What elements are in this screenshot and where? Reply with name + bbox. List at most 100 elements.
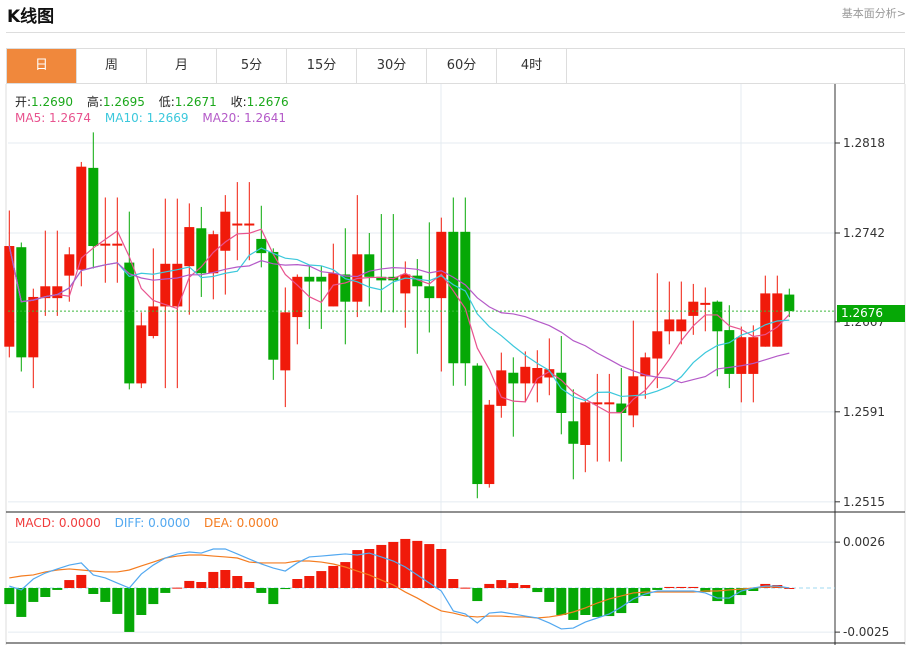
candle-body <box>76 166 87 270</box>
macd-bar <box>268 588 279 605</box>
macd-bar <box>136 588 147 615</box>
candle-body <box>184 227 195 267</box>
diff-value: DIFF: 0.0000 <box>114 516 191 530</box>
macd-bar <box>100 588 111 602</box>
candle <box>40 230 51 316</box>
candle <box>196 206 207 297</box>
candle <box>496 352 507 418</box>
close-label: 收: <box>230 95 247 109</box>
dea-value: DEA: 0.0000 <box>203 516 279 530</box>
candle-body <box>604 402 615 405</box>
candle-body <box>688 301 699 316</box>
macd-bar <box>280 588 291 590</box>
candle <box>436 217 447 372</box>
candle-body <box>160 263 171 307</box>
price-tick-label: 1.2515 <box>843 495 885 509</box>
macd-bar <box>508 583 519 588</box>
macd-bar <box>688 586 699 588</box>
macd-bar <box>88 588 99 594</box>
candle-body <box>700 302 711 305</box>
candle <box>400 261 411 328</box>
candle <box>412 259 423 354</box>
candle <box>508 357 519 437</box>
macd-bar <box>676 586 687 588</box>
macd-bar <box>184 580 195 588</box>
candle-body <box>664 319 675 332</box>
candle-body <box>712 301 723 332</box>
candle <box>184 203 195 315</box>
candle <box>628 320 639 428</box>
macd-bar <box>712 588 723 602</box>
ma20-value: MA20: 1.2641 <box>202 111 287 125</box>
candle-body <box>424 286 435 299</box>
high-value: 1.2695 <box>102 95 145 109</box>
macd-bar <box>532 588 543 593</box>
candle <box>148 248 159 339</box>
open-value: 1.2690 <box>31 95 74 109</box>
macd-bar <box>400 538 411 588</box>
candle-body <box>28 296 39 358</box>
macd-bar <box>172 587 183 589</box>
macd-bar <box>580 588 591 615</box>
candle <box>160 198 171 389</box>
macd-bar <box>160 588 171 593</box>
price-tick-label: 1.2591 <box>843 405 885 419</box>
candle-body <box>736 337 747 374</box>
ohlc-legend: 开:1.2690 高:1.2695 低:1.2671 收:1.2676 <box>15 93 299 110</box>
candle-body <box>652 331 663 359</box>
candle <box>172 198 183 389</box>
macd-bar <box>412 540 423 588</box>
price-tick-label: 1.2742 <box>843 226 885 240</box>
candle-body <box>784 294 795 312</box>
macd-legend: MACD: 0.0000 DIFF: 0.0000 DEA: 0.0000 <box>15 516 289 530</box>
candle-body <box>556 372 567 413</box>
candle <box>280 287 291 408</box>
macd-bar <box>436 549 447 588</box>
macd-bar <box>64 580 75 588</box>
candle <box>472 363 483 499</box>
macd-bar <box>16 588 27 617</box>
candle-body <box>100 243 111 246</box>
ma5-value: MA5: 1.2674 <box>15 111 92 125</box>
candle-body <box>232 223 243 226</box>
macd-bar <box>304 576 315 588</box>
macd-bar <box>448 579 459 588</box>
macd-bar <box>256 588 267 593</box>
candle <box>376 214 387 313</box>
candle-body <box>532 367 543 384</box>
macd-tick-label: 0.0026 <box>843 535 885 549</box>
macd-bar <box>196 582 207 588</box>
candle <box>268 248 279 380</box>
candle <box>136 312 147 389</box>
macd-bar <box>124 588 135 632</box>
candle <box>52 230 63 316</box>
candle-body <box>400 274 411 294</box>
candle-body <box>676 319 687 332</box>
macd-bar <box>520 585 531 588</box>
candle-body <box>472 365 483 485</box>
macd-bar <box>148 588 159 605</box>
candle <box>784 288 795 318</box>
macd-bar <box>496 580 507 588</box>
high-label: 高: <box>86 95 103 109</box>
candle-body <box>760 293 771 347</box>
candle <box>580 399 591 473</box>
candle-body <box>244 223 255 226</box>
macd-bar <box>352 550 363 588</box>
macd-bar <box>568 588 579 620</box>
candle <box>484 399 495 488</box>
candle <box>16 242 27 372</box>
candle-body <box>88 167 99 247</box>
macd-bar <box>316 571 327 588</box>
candle-body <box>304 276 315 282</box>
candle <box>568 389 579 480</box>
candle-body <box>520 366 531 384</box>
candle-body <box>448 231 459 364</box>
candle <box>364 232 375 307</box>
candle <box>28 288 39 389</box>
low-label: 低: <box>158 95 175 109</box>
candle-body <box>436 231 447 299</box>
macd-bar <box>232 576 243 588</box>
candle-body <box>316 276 327 282</box>
macd-bar <box>484 583 495 588</box>
